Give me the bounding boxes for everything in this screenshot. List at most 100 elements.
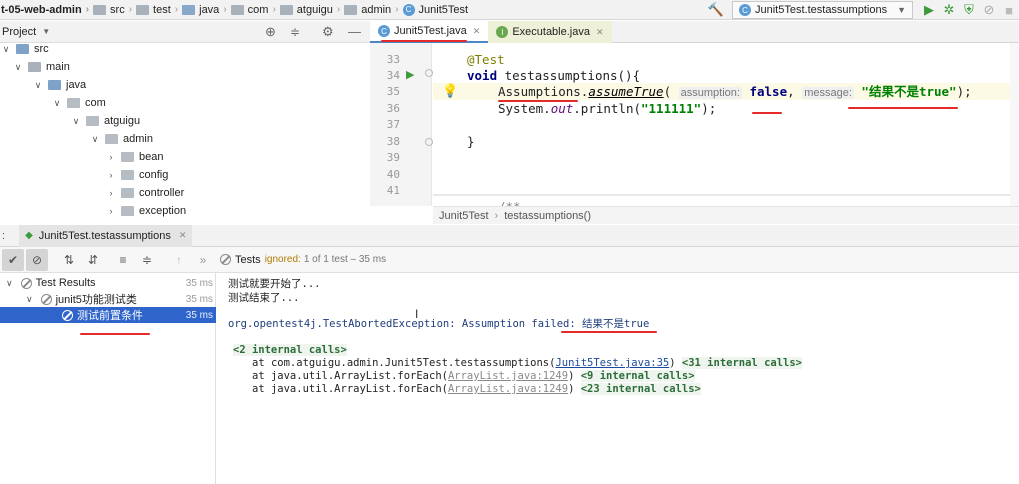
breadcrumb-admin[interactable]: admin ›: [344, 0, 402, 19]
tree-item-java[interactable]: ∨ java: [32, 76, 86, 94]
show-passed-icon[interactable]: ✔: [2, 248, 24, 271]
scrollbar[interactable]: [1010, 43, 1019, 206]
folder-icon: [344, 4, 358, 15]
chevron-right-icon[interactable]: ›: [105, 152, 117, 162]
tree-item-controller[interactable]: › controller: [105, 184, 185, 202]
run-header: : ◆ Junit5Test.testassumptions ✕: [0, 224, 1019, 247]
class-icon: C: [739, 4, 751, 16]
coverage-icon[interactable]: ⛨: [959, 0, 979, 19]
ignored-icon: [62, 309, 73, 321]
breadcrumb-module[interactable]: t-05-web-admin ›: [1, 0, 93, 19]
tree-item-exception[interactable]: › exception: [105, 202, 187, 220]
breadcrumb-test[interactable]: test ›: [136, 0, 182, 19]
chevron-down-icon[interactable]: ∨: [70, 116, 82, 127]
chevron-right-icon[interactable]: ›: [105, 188, 117, 198]
chevron-down-icon[interactable]: ▼: [42, 27, 50, 36]
run-config-select[interactable]: C Junit5Test.testassumptions ▼: [732, 1, 913, 19]
ignored-icon: [220, 254, 231, 265]
profile-icon[interactable]: ⊘: [979, 0, 999, 19]
line-number: 39: [386, 151, 400, 164]
package-icon: [121, 188, 134, 198]
status-ignored: ignored:: [264, 254, 301, 265]
tab-label: Junit5Test.java: [394, 25, 467, 37]
fold-icon[interactable]: [425, 69, 433, 77]
package-icon: [67, 98, 80, 108]
collapse-icon[interactable]: ≑: [290, 25, 300, 39]
status-label: Tests: [235, 253, 261, 266]
chevron-down-icon[interactable]: ∨: [6, 278, 13, 289]
breadcrumb-class[interactable]: Junit5Test: [439, 210, 489, 222]
run-test-icon[interactable]: ▶: [406, 68, 414, 81]
tree-item-test-results[interactable]: ∨ Test Results 35 ms: [0, 275, 216, 291]
close-icon[interactable]: ✕: [473, 26, 481, 37]
source-link[interactable]: ArrayList.java:1249: [448, 370, 568, 382]
stop-icon[interactable]: ■: [999, 0, 1019, 19]
breadcrumb-java[interactable]: java ›: [182, 0, 231, 19]
fold-icon[interactable]: [425, 138, 433, 146]
debug-icon[interactable]: ✲: [939, 0, 959, 19]
package-icon: [105, 134, 118, 144]
tree-item-test-class[interactable]: ∨ junit5功能测试类 35 ms: [0, 291, 216, 307]
more-icon[interactable]: »: [192, 249, 214, 271]
chevron-down-icon[interactable]: ∨: [32, 80, 44, 91]
expand-all-icon[interactable]: ≡: [112, 249, 134, 271]
chevron-down-icon[interactable]: ∨: [51, 98, 63, 109]
close-icon[interactable]: ✕: [179, 230, 187, 241]
console-internal-calls[interactable]: <2 internal calls>: [233, 344, 347, 356]
internal-calls-fold[interactable]: <23 internal calls>: [580, 383, 701, 395]
breadcrumb-src[interactable]: src ›: [93, 0, 136, 19]
show-ignored-icon[interactable]: ⊘: [26, 248, 48, 271]
folder-icon: [48, 80, 61, 90]
chevron-down-icon[interactable]: ∨: [12, 62, 24, 73]
locate-icon[interactable]: ⊕: [265, 24, 276, 40]
tree-item-config[interactable]: › config: [105, 166, 169, 184]
gear-icon[interactable]: ⚙: [322, 24, 334, 40]
tree-item-atguigu[interactable]: ∨ atguigu: [70, 112, 140, 130]
source-link[interactable]: Junit5Test.java:35: [555, 357, 669, 369]
tree-item-admin[interactable]: ∨ admin: [89, 130, 153, 148]
internal-calls-fold[interactable]: <9 internal calls>: [580, 370, 695, 382]
up-arrow-icon[interactable]: ↑: [168, 249, 190, 271]
breadcrumb-method[interactable]: testassumptions(): [504, 210, 591, 222]
sort-duration-icon[interactable]: ⇵: [82, 249, 104, 271]
chevron-right-icon[interactable]: ›: [105, 206, 117, 216]
collapse-all-icon[interactable]: ≑: [136, 249, 158, 271]
line-number: 37: [386, 118, 400, 131]
line-number: 41: [386, 184, 400, 197]
chevron-down-icon[interactable]: ∨: [0, 44, 12, 55]
tab-executable[interactable]: I Executable.java ✕: [488, 21, 612, 43]
source-link[interactable]: ArrayList.java:1249: [448, 383, 568, 395]
class-icon: C: [378, 25, 390, 37]
sort-alpha-icon[interactable]: ⇅: [58, 249, 80, 271]
tree-item-test-method[interactable]: 测试前置条件 35 ms: [0, 307, 216, 323]
code-line-36: System.out.println("111111");: [498, 101, 717, 116]
tree-item-com[interactable]: ∨ com: [51, 94, 106, 112]
chevron-down-icon[interactable]: ∨: [89, 134, 101, 145]
test-run-icon: ◆: [25, 230, 33, 241]
chevron-down-icon[interactable]: ∨: [26, 294, 33, 305]
hammer-icon[interactable]: 🔨: [706, 0, 726, 19]
breadcrumb-class[interactable]: C Junit5Test: [402, 0, 468, 19]
breadcrumb-com[interactable]: com ›: [230, 0, 280, 19]
line-number: 35: [386, 85, 400, 98]
line-number: 36: [386, 102, 400, 115]
run-tab[interactable]: ◆ Junit5Test.testassumptions ✕: [19, 224, 193, 247]
ignored-icon: [20, 277, 32, 289]
tab-label: Executable.java: [512, 26, 590, 38]
stack-trace-line: at com.atguigu.admin.Junit5Test.testassu…: [252, 357, 802, 369]
bulb-icon[interactable]: 💡: [442, 83, 458, 99]
run-icon[interactable]: ▶: [919, 0, 939, 19]
tree-item-src[interactable]: ∨ src: [0, 43, 49, 58]
tree-item-bean[interactable]: › bean: [105, 148, 164, 166]
minimize-icon[interactable]: —: [348, 24, 361, 39]
chevron-right-icon[interactable]: ›: [105, 170, 117, 180]
tree-item-main[interactable]: ∨ main: [12, 58, 70, 76]
breadcrumb-atguigu[interactable]: atguigu ›: [279, 0, 344, 19]
internal-calls-fold[interactable]: <31 internal calls>: [681, 357, 802, 369]
project-title[interactable]: Project: [2, 26, 36, 38]
console-output[interactable]: 测试就要开始了... 测试结束了... org.opentest4j.TestA…: [217, 273, 1019, 484]
close-icon[interactable]: ✕: [596, 27, 604, 38]
duration: 35 ms: [185, 293, 213, 305]
line-number: 40: [386, 168, 400, 181]
code-editor[interactable]: @Test void testassumptions(){ Assumption…: [433, 43, 1019, 206]
